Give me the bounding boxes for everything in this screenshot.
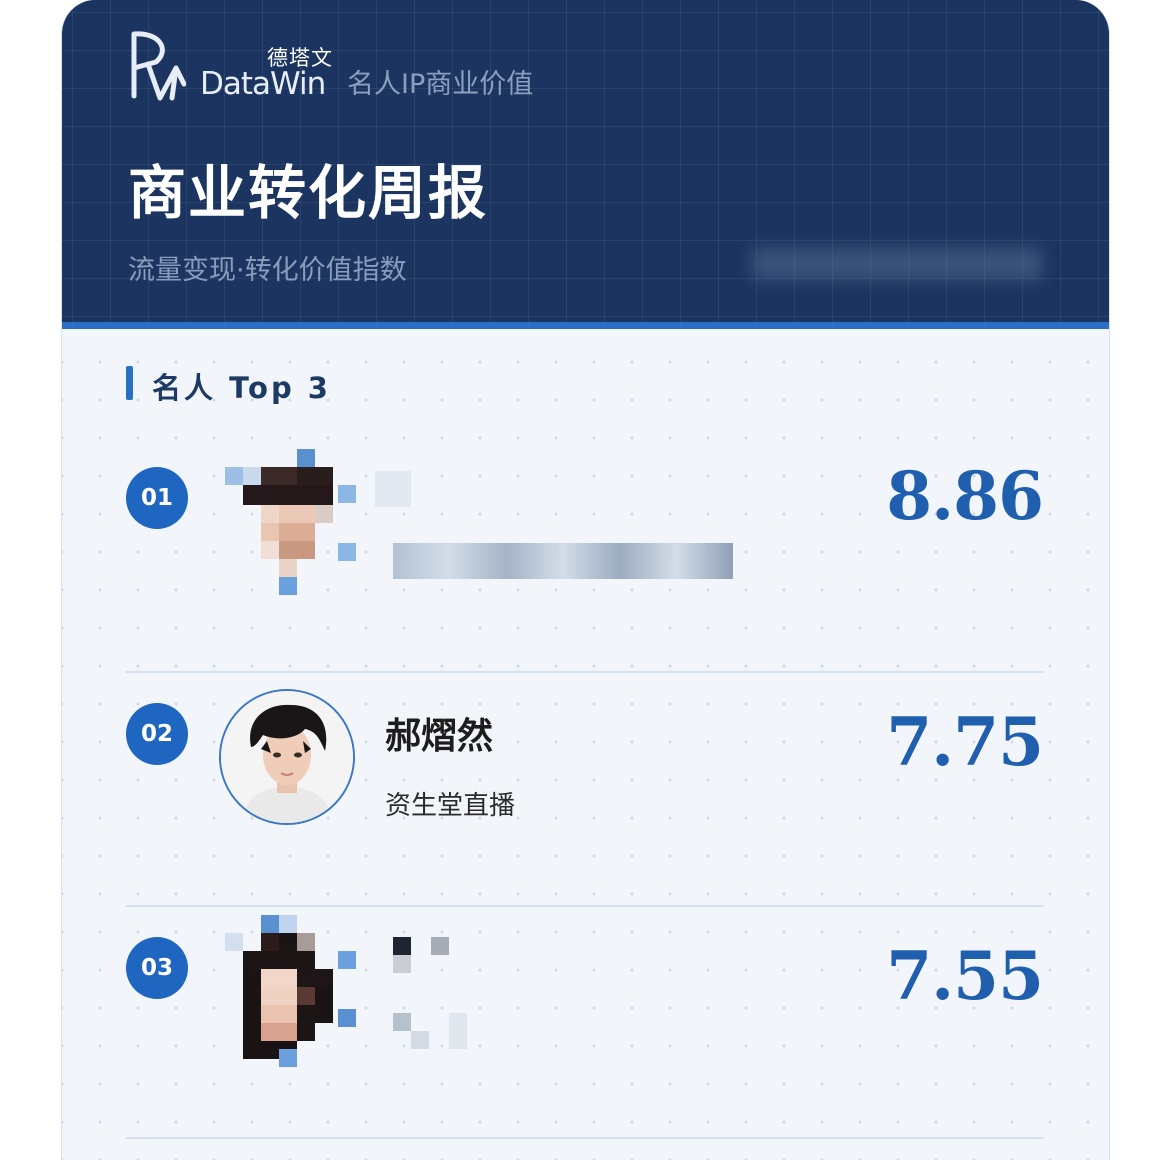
- blurred-subtitle-block: [449, 1013, 467, 1049]
- blurred-name-block: [393, 937, 411, 955]
- section-marker: [126, 366, 133, 400]
- ranking-row-1[interactable]: 01 8.86: [62, 449, 1109, 673]
- ranking-row-3[interactable]: 03 7.55: [62, 915, 1109, 1139]
- blurred-subtitle-block: [393, 543, 733, 579]
- rank-badge: 03: [126, 937, 188, 999]
- page-subtitle: 流量变现·转化价值指数: [128, 255, 407, 286]
- report-card: 德塔文 DataWin 名人IP商业价值 商业转化周报 流量变现·转化价值指数 …: [61, 0, 1110, 1160]
- blurred-name-block: [375, 471, 411, 507]
- brand-english-name: DataWin: [200, 66, 326, 102]
- celebrity-name: 郝熠然: [385, 715, 494, 757]
- rank-badge: 01: [126, 467, 188, 529]
- header-accent-bar: [62, 322, 1109, 329]
- celebrity-subtitle: 资生堂直播: [385, 791, 516, 821]
- avatar: [219, 689, 355, 825]
- datawin-logo-icon: [131, 31, 186, 101]
- blurred-date-range: [752, 248, 1042, 280]
- conversion-score: 7.55: [886, 937, 1044, 1015]
- row-divider: [126, 905, 1044, 907]
- row-divider: [126, 1137, 1044, 1139]
- conversion-score: 8.86: [886, 457, 1044, 535]
- blurred-name-block: [431, 937, 449, 955]
- section-title: 名人 Top 3: [152, 371, 331, 405]
- blurred-subtitle-block: [393, 1013, 411, 1031]
- page-title: 商业转化周报: [128, 159, 489, 227]
- conversion-score: 7.75: [886, 703, 1044, 781]
- avatar-pixelated: [225, 449, 360, 599]
- rank-badge: 02: [126, 703, 188, 765]
- blurred-subtitle-block: [411, 1031, 429, 1049]
- report-header: 德塔文 DataWin 名人IP商业价值 商业转化周报 流量变现·转化价值指数: [62, 0, 1109, 322]
- blurred-name-block: [393, 955, 411, 973]
- ranking-section: 名人 Top 3 01 8.86 02 郝熠然 资生堂直播 7.75 03 7.…: [62, 329, 1109, 1160]
- brand-subtitle: 名人IP商业价值: [347, 69, 534, 100]
- avatar-pixelated: [225, 915, 360, 1067]
- portrait-icon: [221, 691, 353, 823]
- ranking-row-2[interactable]: 02 郝熠然 资生堂直播 7.75: [62, 689, 1109, 907]
- row-divider: [126, 671, 1044, 673]
